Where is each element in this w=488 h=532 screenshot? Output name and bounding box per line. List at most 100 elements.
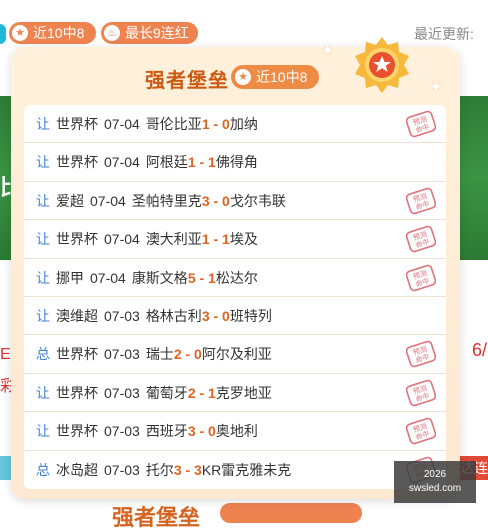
streak-badge: ♨ 最长9连红 xyxy=(101,22,198,44)
match-score: 1 - 0 xyxy=(201,116,230,132)
league-name: 挪甲 xyxy=(56,269,84,286)
medal-icon xyxy=(355,37,409,93)
bet-type-label: 让 xyxy=(36,231,50,248)
league-name: 世界杯 xyxy=(56,384,98,401)
popup-hits-label: 近10中8 xyxy=(256,69,308,85)
league-name: 世界杯 xyxy=(56,346,98,363)
match-score: 1 - 1 xyxy=(201,231,230,248)
bet-type-label: 让 xyxy=(36,384,50,401)
home-team: 托尔 xyxy=(145,461,174,478)
bet-type-label: 让 xyxy=(36,307,50,324)
league-name: 澳维超 xyxy=(56,307,98,324)
left-edge-tab[interactable] xyxy=(0,24,6,44)
hit-stamp-icon: 预测命中 xyxy=(406,110,436,138)
hit-stamp-icon: 预测命中 xyxy=(406,379,436,407)
fortress-popup: ✦ ✦ 强者堡垒 ★ 近10中8 让世界杯 07-04 哥伦比亚1 - 0加纳 预测命… xyxy=(11,37,460,499)
prediction-list: 让世界杯 07-04 哥伦比亚1 - 0加纳 预测 命中让世界杯 07-04 阿根廷1 - … xyxy=(24,105,446,489)
background-section-badge xyxy=(220,503,362,523)
hit-stamp-icon: 预测命中 xyxy=(406,264,436,291)
match-score: 3 - 0 xyxy=(201,307,230,324)
match-date: 07-04 xyxy=(90,269,126,286)
away-team: KR雷克雅未克 xyxy=(201,461,292,478)
recent-hits-label: 近10中8 xyxy=(33,25,85,41)
home-team: 康斯文格 xyxy=(131,269,188,286)
hit-stamp-icon: 预测命中 xyxy=(406,187,436,215)
league-name: 世界杯 xyxy=(56,154,98,171)
match-date: 07-03 xyxy=(104,346,140,363)
match-score: 3 - 3 xyxy=(173,461,202,478)
list-item[interactable]: 让挪甲 07-04 康斯文格5 - 1松达尔 预测 命中 xyxy=(24,259,446,297)
list-item[interactable]: 总冰岛超07-03托尔3 - 3KR雷克雅未克预测命中 xyxy=(24,451,446,489)
list-item[interactable]: 让爱超 07-04 圣帕特里克3 - 0戈尔韦联 预测 命中 xyxy=(24,182,446,221)
match-date: 07-04 xyxy=(104,231,140,248)
match-date: 07-04 xyxy=(90,192,126,209)
hit-stamp-icon: 预测命中 xyxy=(406,417,436,445)
match-date: 07-04 xyxy=(104,154,140,171)
league-name: 爱超 xyxy=(56,192,84,209)
last-update-label: 最近更新: xyxy=(414,26,474,42)
away-team: 埃及 xyxy=(229,231,258,248)
home-team: 瑞士 xyxy=(145,346,174,363)
popup-title: 强者堡垒 xyxy=(145,70,229,92)
match-date: 07-03 xyxy=(104,461,140,478)
list-item[interactable]: 让世界杯 07-04 阿根廷1 - 1佛得角 xyxy=(24,143,446,182)
watermark-line2: swsled.com xyxy=(408,483,462,494)
match-score: 3 - 0 xyxy=(201,192,230,209)
home-team: 哥伦比亚 xyxy=(145,116,202,132)
watermark: 2026 swsled.com xyxy=(394,461,476,503)
home-team: 葡萄牙 xyxy=(145,384,188,401)
home-team: 阿根廷 xyxy=(145,154,188,171)
recent-hits-badge: ★ 近10中8 xyxy=(9,22,96,44)
list-item[interactable]: 让世界杯 07-04 哥伦比亚1 - 0加纳 预测 命中 xyxy=(24,105,446,144)
home-team: 西班牙 xyxy=(145,423,188,440)
list-item[interactable]: 让澳维超 07-03 格林古利3 - 0班特列 xyxy=(24,297,446,336)
bet-type-label: 让 xyxy=(36,192,50,209)
home-team: 格林古利 xyxy=(145,307,202,324)
sparkle-icon: ✦ xyxy=(321,43,335,60)
streak-label: 最长9连红 xyxy=(125,25,189,41)
flame-icon: ♨ xyxy=(104,25,120,41)
popup-hits-badge: ★ 近10中8 xyxy=(231,65,319,89)
hit-stamp-icon: 预测命中 xyxy=(406,225,436,253)
match-score: 2 - 1 xyxy=(187,384,216,401)
home-team: 圣帕特里克 xyxy=(131,192,202,209)
match-date: 07-03 xyxy=(104,384,140,401)
star-icon: ★ xyxy=(235,69,251,85)
bet-type-label: 让 xyxy=(36,269,50,286)
away-team: 班特列 xyxy=(229,307,272,324)
league-name: 世界杯 xyxy=(56,231,98,248)
list-item[interactable]: 让世界杯 07-03 西班牙3 - 0奥地利 预测 命中 xyxy=(24,412,446,451)
match-date: 07-03 xyxy=(104,307,140,324)
away-team: 佛得角 xyxy=(215,154,258,171)
background-section-title: 强者堡垒 xyxy=(112,505,201,530)
match-score: 1 - 1 xyxy=(187,154,216,171)
list-item[interactable]: 总世界杯 07-03 瑞士2 - 0阿尔及利亚 预测 命中 xyxy=(24,335,446,374)
watermark-line1: 2026 xyxy=(423,469,447,480)
league-name: 冰岛超 xyxy=(56,461,98,478)
home-team: 澳大利亚 xyxy=(145,231,202,248)
bet-type-label: 让 xyxy=(36,154,50,171)
list-item[interactable]: 让世界杯 07-04 澳大利亚1 - 1埃及 预测 命中 xyxy=(24,220,446,259)
list-item[interactable]: 让世界杯 07-03 葡萄牙2 - 1克罗地亚 预测 命中 xyxy=(24,374,446,413)
sparkle-icon: ✦ xyxy=(429,79,443,96)
bet-type-label: 让 xyxy=(36,423,50,440)
away-team: 奥地利 xyxy=(215,423,258,440)
match-score: 2 - 0 xyxy=(173,346,202,363)
away-team: 加纳 xyxy=(229,116,258,132)
bet-type-label: 总 xyxy=(36,346,50,363)
league-name: 世界杯 xyxy=(56,423,98,440)
league-name: 世界杯 xyxy=(56,116,98,132)
hit-stamp-icon: 预测命中 xyxy=(406,341,436,368)
bet-type-label: 让 xyxy=(36,116,50,132)
away-team: 克罗地亚 xyxy=(215,384,272,401)
match-score: 5 - 1 xyxy=(187,269,216,286)
match-date: 07-04 xyxy=(104,116,140,132)
away-team: 戈尔韦联 xyxy=(229,192,286,209)
match-score: 3 - 0 xyxy=(187,423,216,440)
away-team: 阿尔及利亚 xyxy=(201,346,272,363)
bet-type-label: 总 xyxy=(36,461,50,478)
match-date: 07-03 xyxy=(104,423,140,440)
away-team: 松达尔 xyxy=(215,269,258,286)
background-red-text-right: 6/ xyxy=(472,340,488,360)
star-icon: ★ xyxy=(12,25,28,41)
